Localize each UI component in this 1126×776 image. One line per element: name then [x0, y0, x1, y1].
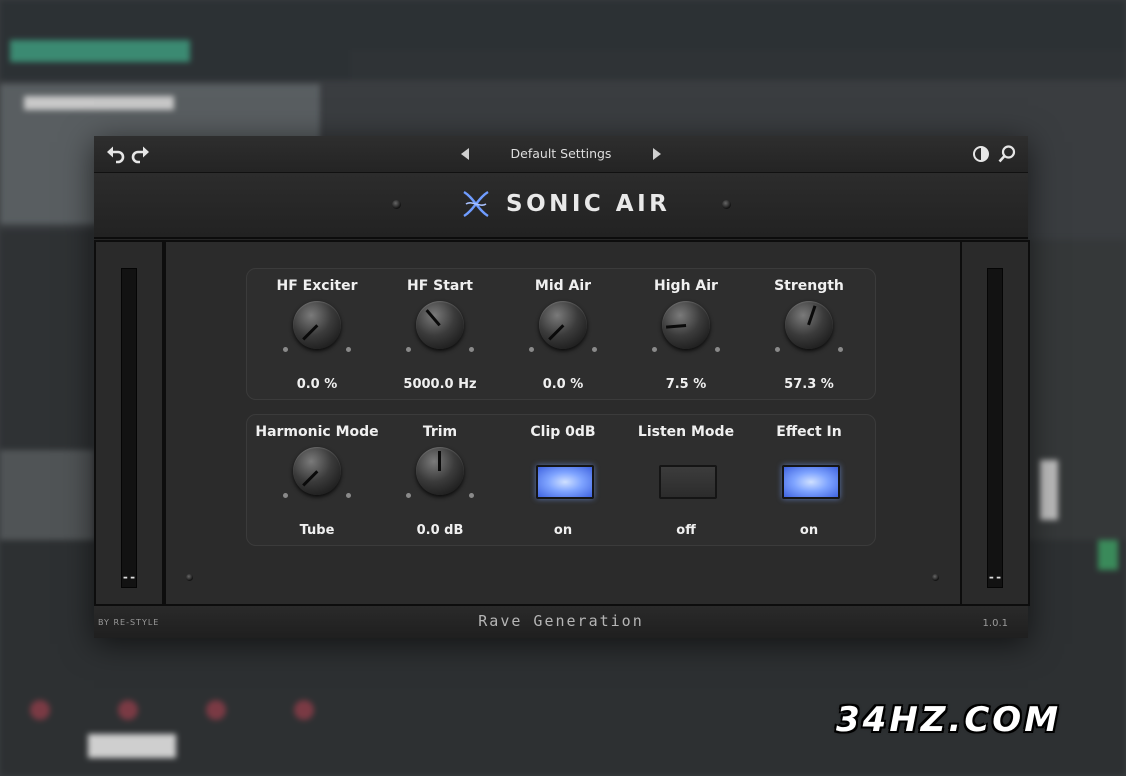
- effect-in-control: Effect In on: [747, 415, 871, 545]
- mid-air-min-dot: [529, 347, 534, 352]
- hf-start-control: HF Start 5000.0 Hz: [378, 269, 502, 399]
- strength-control: Strength 57.3 %: [747, 269, 871, 399]
- screw-right: [722, 200, 731, 209]
- screw-bottom-right: [932, 574, 939, 581]
- listen-mode-control: Listen Mode off: [624, 415, 748, 545]
- strength-max-dot: [838, 347, 843, 352]
- hf-start-min-dot: [406, 347, 411, 352]
- hf-start-max-dot: [469, 347, 474, 352]
- output-meter-bar: [987, 268, 1003, 588]
- version-label: 1.0.1: [982, 618, 1008, 629]
- hf-exciter-control: HF Exciter 0.0 %: [255, 269, 379, 399]
- high-air-label: High Air: [654, 278, 718, 294]
- preset-prev-icon[interactable]: [458, 146, 472, 162]
- hf-start-value: 5000.0 Hz: [403, 377, 477, 392]
- trim-knob[interactable]: [416, 447, 464, 495]
- input-meter: --: [94, 240, 164, 606]
- hf-exciter-knob[interactable]: [293, 301, 341, 349]
- harmonic-mode-control: Harmonic Mode Tube: [255, 415, 379, 545]
- output-meter-value: --: [987, 570, 1003, 584]
- hf-start-knob-pointer: [425, 309, 441, 326]
- screw-left: [392, 200, 401, 209]
- screw-bottom-left: [186, 574, 193, 581]
- mid-air-max-dot: [592, 347, 597, 352]
- sonic-air-logo-icon: [463, 190, 489, 218]
- plugin-footer: BY RE-STYLE Rave Generation 1.0.1: [94, 606, 1028, 638]
- high-air-max-dot: [715, 347, 720, 352]
- undo-icon[interactable]: [106, 144, 126, 164]
- strength-min-dot: [775, 347, 780, 352]
- control-panel: HF Exciter 0.0 % HF Start 5000.0 Hz Mid Air 0…: [164, 240, 962, 606]
- listen-mode-label: Listen Mode: [637, 424, 735, 440]
- redo-icon[interactable]: [130, 144, 150, 164]
- trim-control: Trim 0.0 dB: [378, 415, 502, 545]
- mid-air-knob[interactable]: [539, 301, 587, 349]
- harmonic-mode-knob[interactable]: [293, 447, 341, 495]
- harmonic-mode-knob-pointer: [302, 470, 319, 487]
- trim-knob-pointer: [438, 451, 441, 471]
- high-air-control: High Air 7.5 %: [624, 269, 748, 399]
- high-air-min-dot: [652, 347, 657, 352]
- hf-exciter-min-dot: [283, 347, 288, 352]
- preset-next-icon[interactable]: [650, 146, 664, 162]
- plugin-toolbar: Default Settings: [94, 136, 1028, 173]
- trim-label: Trim: [422, 424, 458, 440]
- strength-knob-pointer: [807, 305, 817, 326]
- harmonic-mode-label: Harmonic Mode: [255, 424, 379, 440]
- exciter-group: HF Exciter 0.0 % HF Start 5000.0 Hz Mid Air 0…: [246, 268, 876, 400]
- hf-exciter-max-dot: [346, 347, 351, 352]
- strength-value: 57.3 %: [784, 377, 834, 392]
- listen-mode-value: off: [676, 523, 696, 538]
- effect-in-value: on: [799, 523, 819, 538]
- mid-air-control: Mid Air 0.0 %: [501, 269, 625, 399]
- hf-start-label: HF Start: [407, 278, 473, 294]
- clip-0db-label: Clip 0dB: [530, 424, 596, 440]
- magnifier-icon[interactable]: [997, 144, 1017, 164]
- mid-air-label: Mid Air: [534, 278, 592, 294]
- half-circle-icon[interactable]: [971, 144, 991, 164]
- hf-start-knob[interactable]: [416, 301, 464, 349]
- high-air-value: 7.5 %: [665, 377, 707, 392]
- harmonic-mode-min-dot: [283, 493, 288, 498]
- hf-exciter-value: 0.0 %: [296, 377, 338, 392]
- harmonic-mode-value: Tube: [299, 523, 335, 538]
- clip-0db-control: Clip 0dB on: [501, 415, 625, 545]
- input-meter-bar: [121, 268, 137, 588]
- strength-knob[interactable]: [785, 301, 833, 349]
- hf-exciter-label: HF Exciter: [276, 278, 358, 294]
- footer-brand: Rave Generation: [478, 612, 644, 630]
- high-air-knob-pointer: [665, 324, 687, 329]
- strength-label: Strength: [774, 278, 844, 294]
- preset-name[interactable]: Default Settings: [511, 146, 612, 161]
- input-meter-value: --: [121, 570, 137, 584]
- hf-exciter-knob-pointer: [302, 324, 319, 341]
- listen-mode-toggle-button[interactable]: [659, 465, 717, 499]
- high-air-knob[interactable]: [662, 301, 710, 349]
- effect-in-toggle-button[interactable]: [782, 465, 840, 499]
- trim-max-dot: [469, 493, 474, 498]
- mid-air-knob-pointer: [548, 324, 565, 341]
- trim-min-dot: [406, 493, 411, 498]
- mid-air-value: 0.0 %: [542, 377, 584, 392]
- trim-value: 0.0 dB: [416, 523, 464, 538]
- sonic-air-plugin-window: Default Settings SONIC AIR -- HF Exciter…: [94, 136, 1030, 638]
- output-meter: --: [960, 240, 1030, 606]
- mode-group: Harmonic Mode Tube Trim 0.0 dB Clip 0dB on Lis…: [246, 414, 876, 546]
- clip-0db-toggle-button[interactable]: [536, 465, 594, 499]
- plugin-title: SONIC AIR: [506, 191, 671, 217]
- harmonic-mode-max-dot: [346, 493, 351, 498]
- clip-0db-value: on: [553, 523, 573, 538]
- plugin-header: SONIC AIR: [94, 173, 1028, 239]
- watermark: 34HZ.COM: [836, 700, 1062, 740]
- effect-in-label: Effect In: [776, 424, 842, 440]
